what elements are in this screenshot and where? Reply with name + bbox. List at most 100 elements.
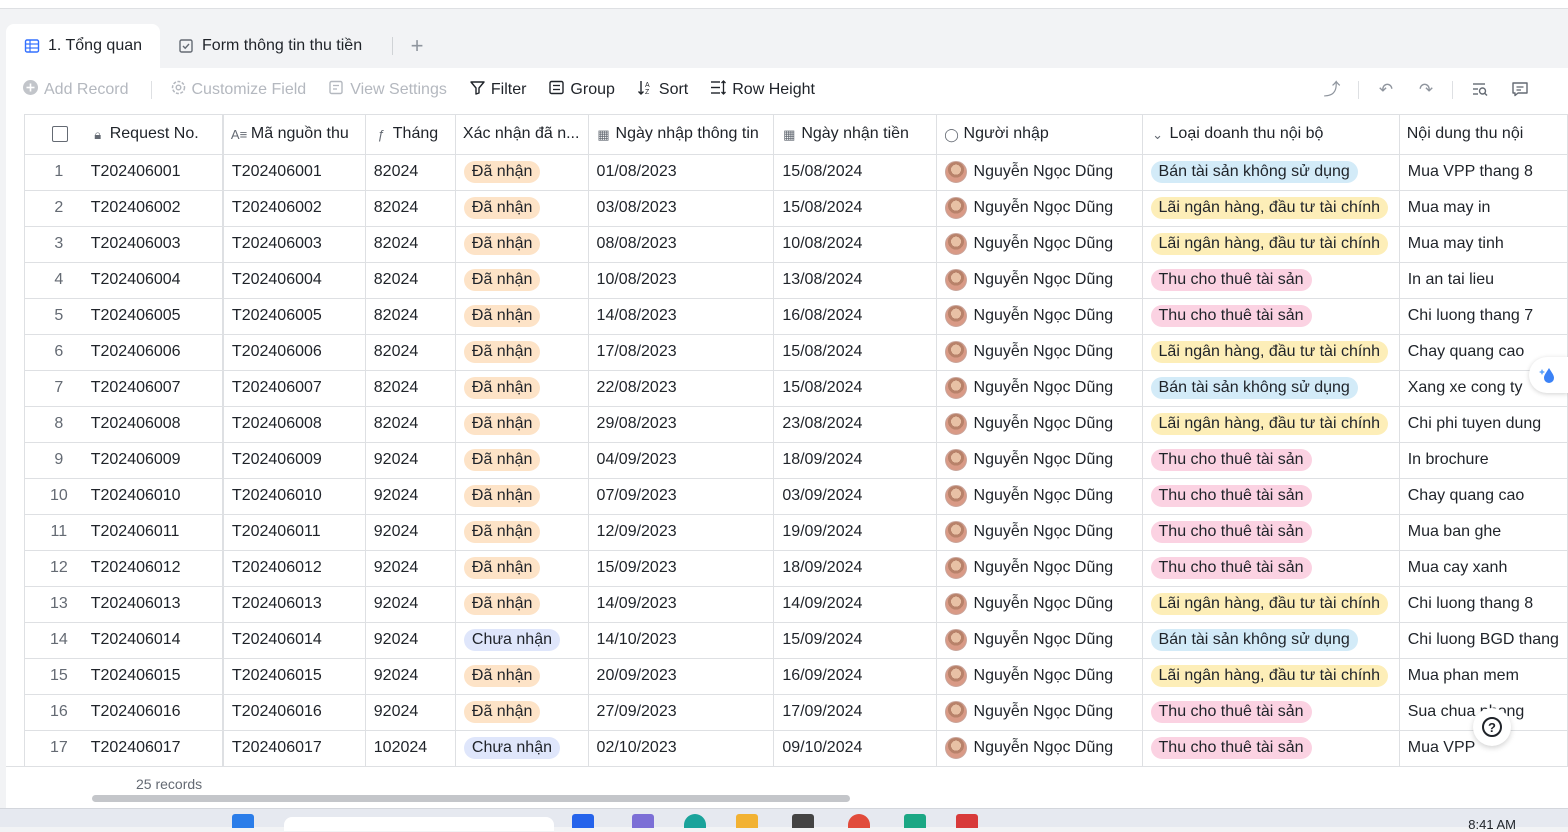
cell-noi-dung[interactable]: Chi phi tuyen dung — [1399, 406, 1568, 443]
cell-ngay-nhap[interactable]: 08/08/2023 — [588, 226, 775, 263]
cell-thang[interactable]: 92024 — [365, 694, 456, 731]
cell-request-no[interactable]: T202406015 — [82, 658, 224, 695]
row-number[interactable]: 12 — [25, 550, 83, 587]
sort-button[interactable]: AZ Sort — [637, 79, 688, 101]
cell-ma-nguon-thu[interactable]: T202406016 — [222, 694, 366, 731]
cell-noi-dung[interactable]: Mua VPP thang 8 — [1399, 154, 1568, 191]
cell-thang[interactable]: 92024 — [365, 514, 456, 551]
taskbar-app-icon[interactable] — [632, 814, 654, 828]
cell-thang[interactable]: 92024 — [365, 550, 456, 587]
cell-ngay-nhap[interactable]: 14/08/2023 — [588, 298, 775, 335]
cell-nguoi-nhap[interactable]: Nguyễn Ngọc Dũng — [936, 154, 1143, 191]
cell-request-no[interactable]: T202406016 — [82, 694, 224, 731]
cell-thang[interactable]: 82024 — [365, 406, 456, 443]
cell-ngay-nhap[interactable]: 07/09/2023 — [588, 478, 775, 515]
cell-xac-nhan[interactable]: Đã nhận — [455, 586, 589, 623]
redo-icon[interactable]: ↷ — [1416, 80, 1436, 100]
cell-nguoi-nhap[interactable]: Nguyễn Ngọc Dũng — [936, 190, 1143, 227]
cell-ma-nguon-thu[interactable]: T202406007 — [222, 370, 366, 407]
cell-noi-dung[interactable]: Mua may in — [1399, 190, 1568, 227]
row-height-button[interactable]: Row Height — [710, 79, 815, 101]
table-row[interactable]: 12 T202406012 T202406012 92024 Đã nhận 15/09/… — [25, 550, 1568, 587]
cell-ngay-nhap[interactable]: 14/09/2023 — [588, 586, 775, 623]
help-button[interactable]: ? — [1473, 708, 1511, 746]
tab-tong-quan[interactable]: 1. Tổng quan — [6, 24, 161, 68]
folder-icon[interactable] — [736, 814, 758, 828]
cell-nguoi-nhap[interactable]: Nguyễn Ngọc Dũng — [936, 262, 1143, 299]
cell-thang[interactable]: 82024 — [365, 262, 456, 299]
share-icon[interactable]: ⤴ — [1322, 80, 1342, 100]
taskbar-app-icon[interactable] — [792, 814, 814, 828]
column-header-ngay-nhap[interactable]: ▦ Ngày nhập thông tin — [588, 115, 775, 155]
start-icon[interactable] — [232, 814, 254, 828]
column-header-noi-dung[interactable]: Nội dung thu nội — [1399, 115, 1568, 155]
column-header-ngay-nhan[interactable]: ▦ Ngày nhận tiền — [773, 115, 937, 155]
cell-ma-nguon-thu[interactable]: T202406001 — [222, 154, 366, 191]
cell-nguoi-nhap[interactable]: Nguyễn Ngọc Dũng — [936, 694, 1143, 731]
cell-xac-nhan[interactable]: Đã nhận — [455, 262, 589, 299]
cell-ma-nguon-thu[interactable]: T202406011 — [222, 514, 366, 551]
table-row[interactable]: 1 T202406001 T202406001 82024 Đã nhận 01/08/2… — [25, 154, 1568, 191]
cell-xac-nhan[interactable]: Đã nhận — [455, 370, 589, 407]
cell-ma-nguon-thu[interactable]: T202406014 — [222, 622, 366, 659]
cell-loai-doanh-thu[interactable]: Bán tài sản không sử dụng — [1142, 154, 1400, 191]
add-record-button[interactable]: Add Record — [22, 79, 129, 101]
cell-xac-nhan[interactable]: Đã nhận — [455, 514, 589, 551]
cell-thang[interactable]: 82024 — [365, 226, 456, 263]
cell-ma-nguon-thu[interactable]: T202406010 — [222, 478, 366, 515]
cell-ma-nguon-thu[interactable]: T202406008 — [222, 406, 366, 443]
table-row[interactable]: 3 T202406003 T202406003 82024 Đã nhận 08/08/2… — [25, 226, 1568, 263]
filter-button[interactable]: Filter — [469, 79, 526, 101]
cell-loai-doanh-thu[interactable]: Thu cho thuê tài sản — [1142, 478, 1400, 515]
cell-nguoi-nhap[interactable]: Nguyễn Ngọc Dũng — [936, 586, 1143, 623]
cell-ma-nguon-thu[interactable]: T202406017 — [222, 730, 366, 766]
cell-loai-doanh-thu[interactable]: Thu cho thuê tài sản — [1142, 442, 1400, 479]
cell-ngay-nhap[interactable]: 15/09/2023 — [588, 550, 775, 587]
taskbar-app-icon[interactable] — [956, 814, 978, 828]
cell-ngay-nhap[interactable]: 20/09/2023 — [588, 658, 775, 695]
cell-noi-dung[interactable]: Mua phan mem — [1399, 658, 1568, 695]
cell-nguoi-nhap[interactable]: Nguyễn Ngọc Dũng — [936, 658, 1143, 695]
cell-nguoi-nhap[interactable]: Nguyễn Ngọc Dũng — [936, 514, 1143, 551]
column-header-nguoi-nhap[interactable]: ◯ Người nhập — [936, 115, 1143, 155]
cell-ngay-nhan[interactable]: 19/09/2024 — [773, 514, 937, 551]
cell-ngay-nhan[interactable]: 10/08/2024 — [773, 226, 937, 263]
cell-ngay-nhap[interactable]: 10/08/2023 — [588, 262, 775, 299]
taskbar-app-icon[interactable] — [572, 814, 594, 828]
cell-loai-doanh-thu[interactable]: Thu cho thuê tài sản — [1142, 730, 1400, 766]
column-header-xac-nhan[interactable]: Xác nhận đã n... — [455, 115, 589, 155]
cell-loai-doanh-thu[interactable]: Lãi ngân hàng, đầu tư tài chính — [1142, 190, 1400, 227]
taskbar-app-icon[interactable] — [684, 814, 706, 828]
cell-ma-nguon-thu[interactable]: T202406012 — [222, 550, 366, 587]
table-row[interactable]: 15 T202406015 T202406015 92024 Đã nhận 20/09/… — [25, 658, 1568, 695]
cell-ngay-nhan[interactable]: 15/08/2024 — [773, 154, 937, 191]
cell-loai-doanh-thu[interactable]: Thu cho thuê tài sản — [1142, 298, 1400, 335]
cell-ma-nguon-thu[interactable]: T202406002 — [222, 190, 366, 227]
cell-ma-nguon-thu[interactable]: T202406006 — [222, 334, 366, 371]
undo-icon[interactable]: ↶ — [1376, 80, 1396, 100]
cell-ma-nguon-thu[interactable]: T202406013 — [222, 586, 366, 623]
cell-ngay-nhan[interactable]: 18/09/2024 — [773, 442, 937, 479]
cell-request-no[interactable]: T202406005 — [82, 298, 224, 335]
cell-noi-dung[interactable]: Chi luong thang 8 — [1399, 586, 1568, 623]
cell-ma-nguon-thu[interactable]: T202406015 — [222, 658, 366, 695]
cell-loai-doanh-thu[interactable]: Lãi ngân hàng, đầu tư tài chính — [1142, 334, 1400, 371]
cell-noi-dung[interactable]: Mua ban ghe — [1399, 514, 1568, 551]
cell-loai-doanh-thu[interactable]: Lãi ngân hàng, đầu tư tài chính — [1142, 658, 1400, 695]
cell-xac-nhan[interactable]: Đã nhận — [455, 658, 589, 695]
row-number[interactable]: 16 — [25, 694, 83, 731]
table-row[interactable]: 4 T202406004 T202406004 82024 Đã nhận 10/08/2… — [25, 262, 1568, 299]
cell-xac-nhan[interactable]: Đã nhận — [455, 226, 589, 263]
row-number[interactable]: 8 — [25, 406, 83, 443]
select-all-checkbox[interactable] — [52, 126, 68, 143]
cell-noi-dung[interactable]: Chi luong BGD thang — [1399, 622, 1568, 659]
table-row[interactable]: 14 T202406014 T202406014 92024 Chưa nhận 14/1… — [25, 622, 1568, 659]
cell-nguoi-nhap[interactable]: Nguyễn Ngọc Dũng — [936, 442, 1143, 479]
cell-noi-dung[interactable]: Chi luong thang 7 — [1399, 298, 1568, 335]
cell-nguoi-nhap[interactable]: Nguyễn Ngọc Dũng — [936, 730, 1143, 766]
cell-nguoi-nhap[interactable]: Nguyễn Ngọc Dũng — [936, 298, 1143, 335]
cell-nguoi-nhap[interactable]: Nguyễn Ngọc Dũng — [936, 478, 1143, 515]
cell-ngay-nhan[interactable]: 15/08/2024 — [773, 370, 937, 407]
cell-ngay-nhap[interactable]: 17/08/2023 — [588, 334, 775, 371]
row-number[interactable]: 10 — [25, 478, 83, 515]
